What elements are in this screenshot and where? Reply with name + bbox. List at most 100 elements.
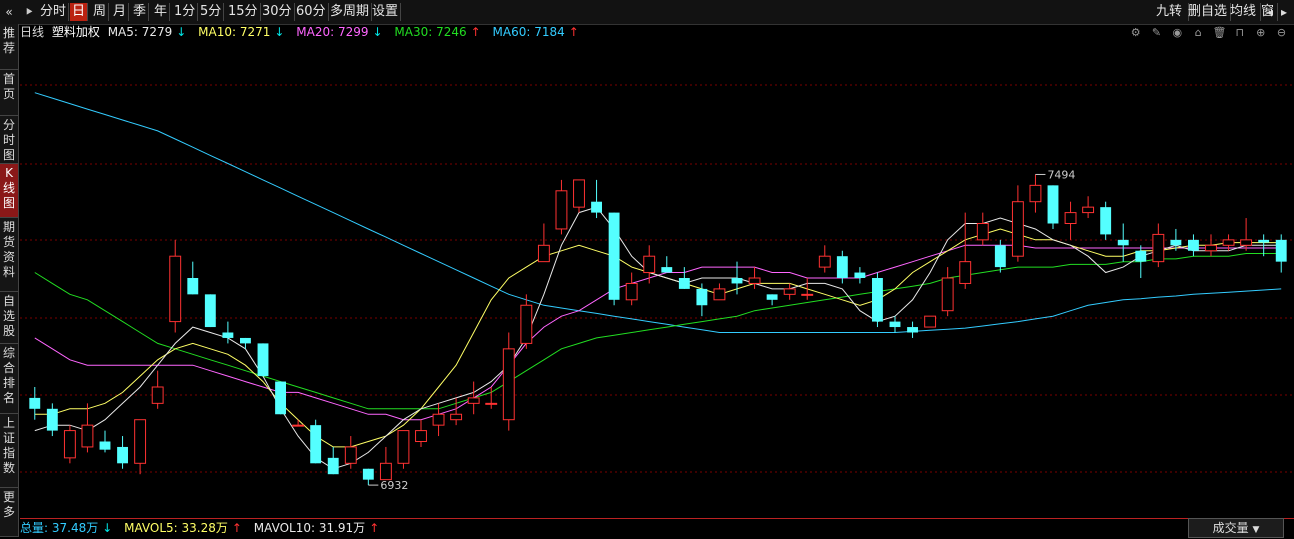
candle: [502, 332, 515, 431]
candle: [1240, 218, 1253, 251]
candle: [537, 223, 550, 263]
candle: [872, 272, 883, 328]
tab-period-11[interactable]: 多周期: [328, 3, 373, 21]
collapse-icon[interactable]: «: [2, 3, 16, 21]
candle-body: [1029, 184, 1042, 203]
candle-body: [994, 245, 1006, 268]
candle-body: [450, 413, 463, 421]
candle: [994, 239, 1006, 273]
candle: [1100, 201, 1112, 240]
candle-body: [379, 462, 392, 481]
nav-left-icon[interactable]: ◂: [1264, 3, 1276, 21]
candle-body: [204, 294, 216, 328]
sidebar-item-0[interactable]: 推荐: [0, 24, 18, 70]
candle-body: [678, 278, 690, 289]
volume-info-bar: 总量: 37.48万 ↓ MAVOL5: 33.28万 ↑ MAVOL10: 31.…: [20, 518, 1294, 537]
high-price-label: 7494: [1047, 168, 1075, 181]
candle: [625, 272, 638, 306]
zoom-in-icon[interactable]: ⊕: [1254, 26, 1267, 39]
tab-period-6[interactable]: 1分: [172, 3, 199, 21]
sidebar-item-1[interactable]: 首页: [0, 70, 18, 116]
basket-icon[interactable]: ⌂: [1192, 26, 1205, 39]
tab-period-0[interactable]: 分时: [38, 3, 70, 21]
contract-name: 塑料加权: [51, 25, 100, 39]
eye-icon[interactable]: ◉: [1171, 26, 1184, 39]
nav-right-icon[interactable]: ▸: [1278, 3, 1290, 21]
candle: [117, 436, 128, 469]
period-label: 日线: [20, 25, 45, 39]
tab-period-12[interactable]: 设置: [370, 3, 402, 21]
candle-body: [591, 201, 602, 213]
toolbar-button-1[interactable]: 删自选: [1186, 3, 1231, 21]
candle: [257, 343, 269, 377]
kline-chart[interactable]: 7494 6932: [20, 40, 1294, 516]
play-icon[interactable]: ⯈: [22, 3, 36, 21]
candle: [591, 179, 602, 219]
ma20-value: MA20: 7299 ↓: [296, 25, 383, 39]
sidebar-item-6[interactable]: 综合排名: [0, 344, 18, 414]
candle-body: [240, 337, 251, 344]
ma60-value: MA60: 7184 ↑: [492, 25, 579, 39]
candle: [555, 179, 568, 235]
ma30-value: MA30: 7246 ↑: [394, 25, 481, 39]
sidebar-item-3[interactable]: K线图: [0, 164, 18, 218]
gear-icon[interactable]: ⚙: [1129, 26, 1142, 39]
lock-icon[interactable]: ⊓: [1233, 26, 1246, 39]
candle: [941, 267, 954, 317]
candle-body: [608, 212, 620, 300]
candle-body: [1222, 239, 1235, 246]
candle: [187, 261, 199, 295]
candle: [907, 321, 918, 338]
tab-period-10[interactable]: 60分: [294, 3, 329, 21]
sidebar-item-5[interactable]: 自选股: [0, 292, 18, 344]
candle-body: [151, 386, 164, 404]
candle-body: [327, 457, 339, 475]
toolbar-button-0[interactable]: 九转: [1154, 3, 1189, 21]
candle: [854, 267, 866, 284]
sidebar-item-8[interactable]: 更多: [0, 488, 18, 537]
candle-body: [257, 343, 269, 377]
tab-period-1[interactable]: 日: [70, 3, 89, 21]
candle: [81, 403, 94, 453]
candle: [678, 267, 690, 289]
tab-period-8[interactable]: 15分: [226, 3, 261, 21]
candle-body: [625, 282, 638, 301]
candle-body: [1135, 250, 1147, 262]
candle-body: [1275, 239, 1287, 262]
sidebar-item-2[interactable]: 分时图: [0, 116, 18, 164]
candle-body: [941, 277, 954, 312]
candle-body: [818, 255, 831, 268]
candle-body: [573, 179, 585, 208]
tab-period-7[interactable]: 5分: [198, 3, 225, 21]
candle: [1188, 234, 1199, 257]
candle-body: [731, 278, 743, 284]
candle: [889, 316, 901, 333]
indicator-select[interactable]: 成交量 ▼: [1188, 518, 1284, 538]
candle: [275, 381, 286, 415]
sidebar-item-4[interactable]: 期货资料: [0, 218, 18, 292]
toolbar-button-2[interactable]: 均线: [1228, 3, 1261, 21]
pen-icon[interactable]: ✎: [1150, 26, 1163, 39]
sidebar-item-7[interactable]: 上证指数: [0, 414, 18, 488]
tab-period-9[interactable]: 30分: [260, 3, 295, 21]
candle-body: [783, 288, 796, 295]
ma5-value: MA5: 7279 ↓: [107, 25, 187, 39]
candle-body: [537, 244, 550, 263]
trash-icon[interactable]: 🗑: [1213, 26, 1227, 39]
candle: [959, 212, 972, 289]
candle: [1064, 201, 1077, 240]
candle-body: [801, 293, 814, 296]
candle: [924, 315, 937, 328]
tab-period-4[interactable]: 季: [131, 3, 150, 21]
candle-body: [29, 397, 41, 409]
candle-body: [275, 381, 286, 415]
total-volume: 总量: 37.48万 ↓: [20, 521, 113, 535]
zoom-out-icon[interactable]: ⊖: [1275, 26, 1288, 39]
candle: [432, 403, 445, 437]
mavol10-value: MAVOL10: 31.91万 ↑: [253, 521, 380, 535]
tab-period-3[interactable]: 月: [111, 3, 130, 21]
candle: [818, 245, 831, 273]
tab-period-2[interactable]: 周: [91, 3, 110, 21]
tab-period-5[interactable]: 年: [152, 3, 171, 21]
candle-body: [959, 261, 972, 284]
